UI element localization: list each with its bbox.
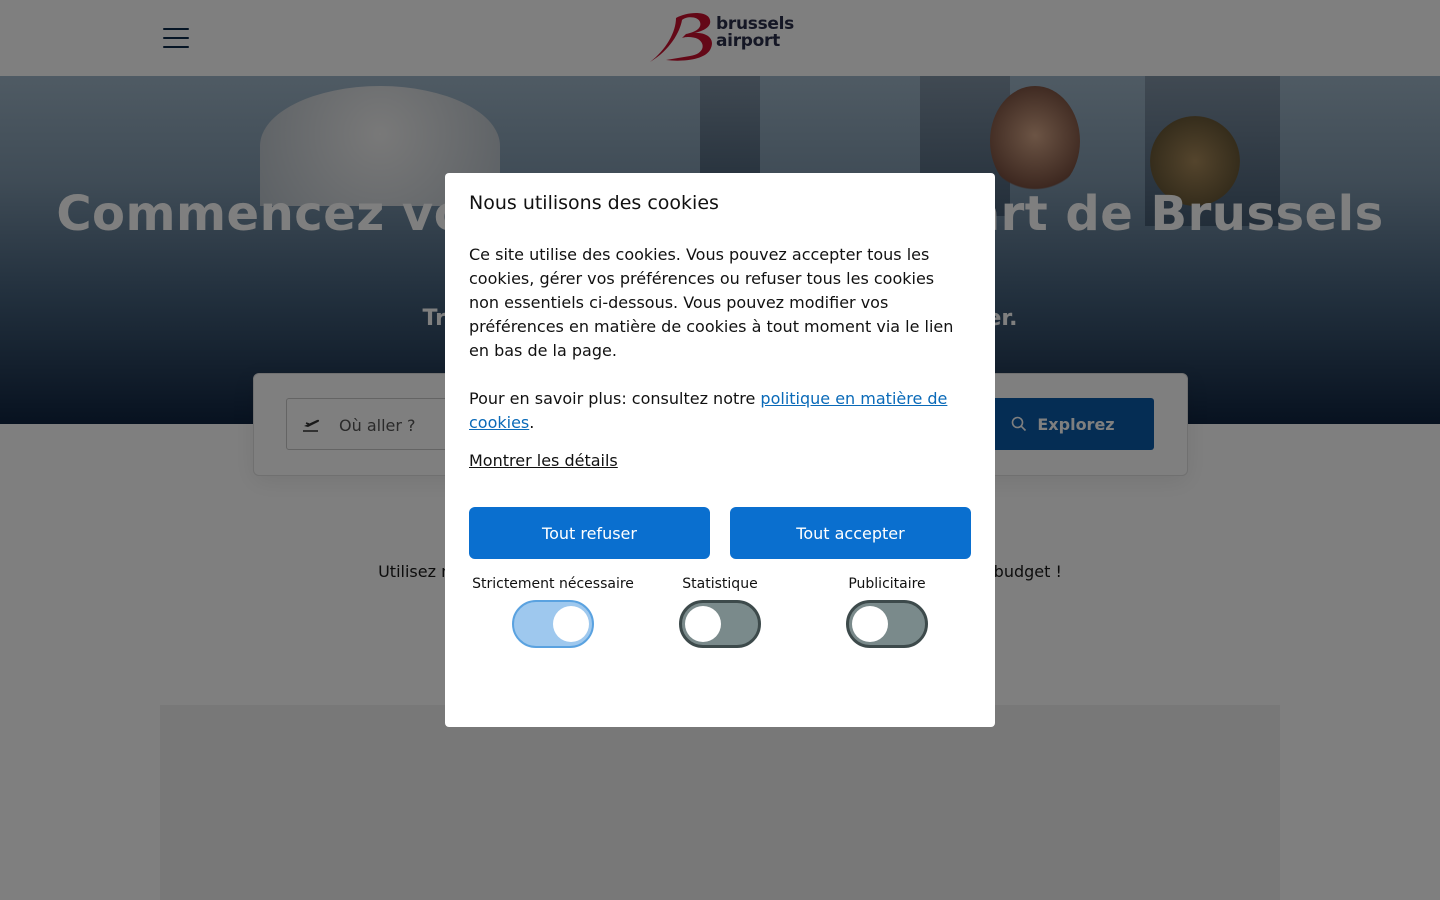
toggle-group-statistics: Statistique xyxy=(635,576,805,648)
refuse-all-button[interactable]: Tout refuser xyxy=(469,507,710,559)
statistics-toggle[interactable] xyxy=(679,600,761,648)
toggle-label-statistics: Statistique xyxy=(682,576,758,592)
toggle-group-advertising: Publicitaire xyxy=(802,576,972,648)
accept-all-button[interactable]: Tout accepter xyxy=(730,507,971,559)
toggle-label-advertising: Publicitaire xyxy=(848,576,926,592)
cookie-consent-dialog: Nous utilisons des cookies Ce site utili… xyxy=(445,173,995,727)
necessary-toggle[interactable] xyxy=(512,600,594,648)
toggle-label-necessary: Strictement nécessaire xyxy=(472,576,634,592)
show-details-link[interactable]: Montrer les détails xyxy=(469,451,618,470)
toggle-group-necessary: Strictement nécessaire xyxy=(468,576,638,648)
advertising-toggle[interactable] xyxy=(846,600,928,648)
dialog-more-info: Pour en savoir plus: consultez notre pol… xyxy=(469,389,948,432)
dialog-title: Nous utilisons des cookies xyxy=(469,192,719,214)
dialog-description: Ce site utilise des cookies. Vous pouvez… xyxy=(469,245,954,360)
